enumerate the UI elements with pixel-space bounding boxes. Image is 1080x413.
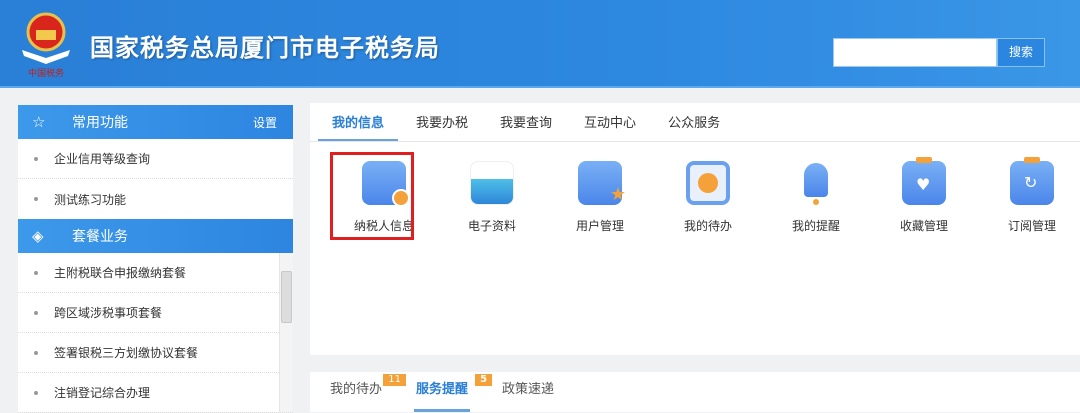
list-item[interactable]: 签署银税三方划缴协议套餐 — [18, 333, 293, 373]
item-label: 主附税联合申报缴纳套餐 — [54, 266, 187, 280]
section-title: 常用功能 — [72, 115, 128, 131]
tab-public-service[interactable]: 公众服务 — [654, 103, 734, 141]
search-button[interactable]: 搜索 — [997, 38, 1045, 67]
section-header-common: ☆ 常用功能 设置 — [18, 105, 293, 139]
function-user-management[interactable]: ★ 用户管理 — [546, 155, 654, 234]
function-label: 我的待办 — [683, 219, 732, 233]
star-icon: ☆ — [32, 113, 46, 131]
function-e-documents[interactable]: 电子资料 — [438, 155, 546, 234]
function-my-todo[interactable]: 我的待办 — [654, 155, 762, 234]
list-item[interactable]: 企业信用等级查询 — [18, 139, 293, 179]
scrollbar[interactable] — [279, 253, 293, 412]
tab-my-info[interactable]: 我的信息 — [318, 103, 399, 141]
sidebar: ☆ 常用功能 设置 企业信用等级查询 测试练习功能 ◈ 套餐业务 主附税联合申报… — [18, 105, 293, 413]
function-label: 收藏管理 — [899, 219, 948, 233]
main-tabs: 我的信息 我要办税 我要查询 互动中心 公众服务 — [310, 103, 1080, 142]
bullet-icon — [34, 197, 38, 201]
item-label: 注销登记综合办理 — [54, 386, 151, 400]
function-grid: 纳税人信息 电子资料 ★ 用户管理 我的待办 我的提醒 ♥ 收藏管理 ↻ 订阅管理 — [330, 155, 1080, 234]
list-item[interactable]: 主附税联合申报缴纳套餐 — [18, 253, 293, 293]
tab-label: 服务提醒 — [416, 382, 469, 397]
tab-service-reminders[interactable]: 服务提醒 5 — [414, 372, 493, 412]
item-label: 签署银税三方划缴协议套餐 — [54, 346, 199, 360]
settings-link[interactable]: 设置 — [253, 114, 277, 131]
count-badge: 5 — [475, 374, 493, 386]
layers-icon: ◈ — [32, 227, 44, 245]
function-favorites[interactable]: ♥ 收藏管理 — [870, 155, 978, 234]
tab-my-todo[interactable]: 我的待办 11 — [328, 372, 407, 412]
function-label: 用户管理 — [575, 219, 624, 233]
section-title: 套餐业务 — [72, 229, 128, 245]
tab-label: 政策速递 — [502, 382, 555, 397]
list-item[interactable]: 跨区域涉税事项套餐 — [18, 293, 293, 333]
function-label: 电子资料 — [467, 219, 516, 233]
site-title: 国家税务总局厦门市电子税务局 — [90, 34, 440, 62]
tab-interaction[interactable]: 互动中心 — [570, 103, 650, 141]
list-item[interactable]: 测试练习功能 — [18, 179, 293, 219]
item-label: 企业信用等级查询 — [54, 152, 151, 166]
favorites-clipboard-icon: ♥ — [902, 157, 946, 205]
highlight-box — [330, 152, 414, 240]
bullet-icon — [34, 270, 38, 275]
clock-icon — [686, 161, 730, 205]
bell-icon — [794, 161, 838, 205]
user-card-icon: ★ — [578, 161, 626, 205]
section-header-package: ◈ 套餐业务 — [18, 219, 293, 253]
item-label: 跨区域涉税事项套餐 — [54, 306, 163, 320]
item-label: 测试练习功能 — [54, 192, 127, 207]
svg-text:中国税务: 中国税务 — [28, 67, 64, 79]
tab-policy-news[interactable]: 政策速递 — [500, 372, 556, 412]
bullet-icon — [34, 350, 38, 355]
list-item[interactable]: 注销登记综合办理 — [18, 373, 293, 413]
function-my-reminders[interactable]: 我的提醒 — [762, 155, 870, 234]
search-input[interactable] — [833, 38, 997, 67]
bullet-icon — [34, 156, 38, 161]
header: 中国税务 国家税务总局厦门市电子税务局 搜索 — [0, 0, 1080, 88]
scrollbar-thumb[interactable] — [281, 271, 292, 323]
tax-emblem-logo: 中国税务 — [22, 12, 70, 79]
tab-tax-handling[interactable]: 我要办税 — [402, 103, 482, 141]
function-label: 订阅管理 — [1007, 219, 1056, 233]
function-subscriptions[interactable]: ↻ 订阅管理 — [978, 155, 1080, 234]
bottom-tabs: 我的待办 11 服务提醒 5 政策速递 — [310, 372, 1080, 412]
tab-query[interactable]: 我要查询 — [486, 103, 566, 141]
bullet-icon — [34, 390, 38, 395]
tab-label: 我的待办 — [330, 382, 383, 397]
printer-icon — [470, 161, 514, 205]
subscription-clipboard-icon: ↻ — [1010, 157, 1054, 205]
function-label: 我的提醒 — [791, 219, 840, 233]
count-badge: 11 — [383, 374, 407, 386]
main-panel: 我的信息 我要办税 我要查询 互动中心 公众服务 纳税人信息 电子资料 ★ 用户管… — [310, 103, 1080, 355]
bullet-icon — [34, 310, 38, 315]
